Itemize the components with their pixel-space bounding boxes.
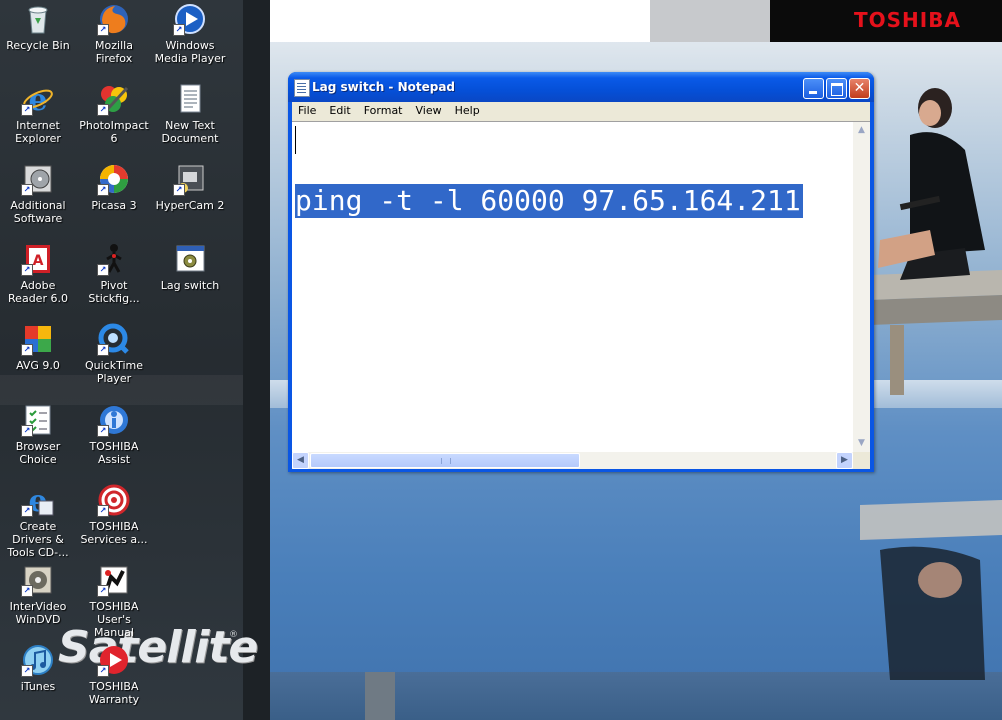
desktop-icon-itunes[interactable]: ↗ iTunes: [0, 643, 76, 693]
horizontal-scroll-thumb[interactable]: [310, 453, 580, 468]
desktop-icon-additional-software[interactable]: ↗ Additional Software: [0, 162, 76, 225]
wallpaper-stripe: [243, 0, 270, 720]
toshiba-logo: TOSHIBA: [854, 8, 961, 32]
notepad-window[interactable]: Lag switch - Notepad ✕ File Edit Format Vie…: [288, 72, 874, 472]
desktop-icon-adobe-reader[interactable]: A ↗ Adobe Reader 6.0: [0, 242, 76, 305]
adobe-reader-icon: A ↗: [21, 242, 55, 276]
desktop-icon-internet-explorer[interactable]: e ↗ Internet Explorer: [0, 82, 76, 145]
desktop-icon-quicktime[interactable]: ↗ QuickTime Player: [76, 322, 152, 385]
batch-file-icon: [173, 242, 207, 276]
scroll-right-icon[interactable]: ▶: [836, 452, 853, 469]
hypercam-icon: ↗: [173, 162, 207, 196]
desktop-icon-picasa[interactable]: ↗ Picasa 3: [76, 162, 152, 212]
desktop-icon-windows-media-player[interactable]: ↗ Windows Media Player: [152, 2, 228, 65]
desktop-icon-mozilla-firefox[interactable]: ↗ Mozilla Firefox: [76, 2, 152, 65]
menu-file[interactable]: File: [292, 102, 323, 117]
desktop-icon-intervideo-windvd[interactable]: ↗ InterVideo WinDVD: [0, 563, 76, 626]
photoimpact-icon: ↗: [97, 82, 131, 116]
menu-view[interactable]: View: [410, 102, 449, 117]
browser-choice-icon: ↗: [21, 403, 55, 437]
maximize-button[interactable]: [826, 78, 847, 99]
itunes-icon: ↗: [21, 643, 55, 677]
selected-text-line[interactable]: ping -t -l 60000 97.65.164.211: [295, 184, 803, 218]
desktop-icon-toshiba-services[interactable]: ↗ TOSHIBA Services a...: [76, 483, 152, 546]
windvd-icon: ↗: [21, 563, 55, 597]
close-icon: ✕: [853, 80, 866, 96]
desktop-icon-toshiba-assist[interactable]: ↗ TOSHIBA Assist: [76, 403, 152, 466]
svg-text:A: A: [33, 253, 44, 269]
toshiba-services-icon: ↗: [97, 483, 131, 517]
text-editor-area[interactable]: ping -t -l 60000 97.65.164.211 ▲ ▼ ◀ ▶: [292, 121, 870, 469]
warranty-icon: ↗: [97, 643, 131, 677]
desktop-icon-pivot-stickfigure[interactable]: ↗ Pivot Stickfig...: [76, 242, 152, 305]
scroll-down-icon[interactable]: ▼: [853, 435, 870, 452]
minimize-button[interactable]: [803, 78, 824, 99]
firefox-icon: ↗: [97, 2, 131, 36]
menu-edit[interactable]: Edit: [323, 102, 357, 117]
window-title: Lag switch - Notepad: [312, 80, 456, 94]
toshiba-assist-icon: ↗: [97, 403, 131, 437]
desktop-icon-new-text-document[interactable]: New Text Document: [152, 82, 228, 145]
text-document-icon: [173, 82, 207, 116]
scroll-left-icon[interactable]: ◀: [292, 452, 309, 469]
desktop-icon-create-drivers[interactable]: e ↗ Create Drivers & Tools CD-...: [0, 483, 76, 559]
user-manual-icon: ↗: [97, 563, 131, 597]
menu-help[interactable]: Help: [449, 102, 487, 117]
quicktime-icon: ↗: [97, 322, 131, 356]
internet-explorer-icon: e ↗: [21, 82, 55, 118]
desktop-icon-toshiba-warranty[interactable]: ↗ TOSHIBA Warranty: [76, 643, 152, 706]
scroll-up-icon[interactable]: ▲: [853, 122, 870, 139]
horizontal-scrollbar[interactable]: ◀ ▶: [292, 452, 853, 469]
pivot-stickfigure-icon: ↗: [97, 242, 131, 276]
notepad-icon[interactable]: [294, 79, 310, 97]
media-player-icon: ↗: [173, 2, 207, 36]
desktop-icon-browser-choice[interactable]: ↗ Browser Choice: [0, 403, 76, 466]
menu-bar: File Edit Format View Help: [292, 102, 870, 121]
close-button[interactable]: ✕: [849, 78, 870, 99]
desktop-icon-toshiba-users-manual[interactable]: ↗ TOSHIBA User's Manual: [76, 563, 152, 639]
title-bar[interactable]: Lag switch - Notepad ✕: [288, 72, 874, 102]
menu-format[interactable]: Format: [358, 102, 410, 117]
desktop-icon-recycle-bin[interactable]: Recycle Bin: [0, 2, 76, 52]
software-disc-icon: ↗: [21, 162, 55, 196]
wallpaper-bottom-block: [365, 672, 395, 720]
wallpaper-block: [650, 0, 770, 42]
registered-mark: ®: [229, 630, 238, 640]
resize-grip[interactable]: [853, 452, 870, 469]
vertical-scrollbar[interactable]: ▲ ▼: [853, 122, 870, 452]
avg-icon: ↗: [21, 322, 55, 356]
create-drivers-icon: e ↗: [21, 483, 55, 519]
desktop-icon-avg[interactable]: ↗ AVG 9.0: [0, 322, 76, 372]
picasa-icon: ↗: [97, 162, 131, 196]
desktop-icon-lag-switch[interactable]: Lag switch: [152, 242, 228, 292]
text-caret: [295, 126, 296, 154]
recycle-bin-icon: [21, 2, 55, 36]
desktop-icon-hypercam[interactable]: ↗ HyperCam 2: [152, 162, 228, 212]
desktop-icon-photoimpact[interactable]: ↗ PhotoImpact 6: [76, 82, 152, 145]
